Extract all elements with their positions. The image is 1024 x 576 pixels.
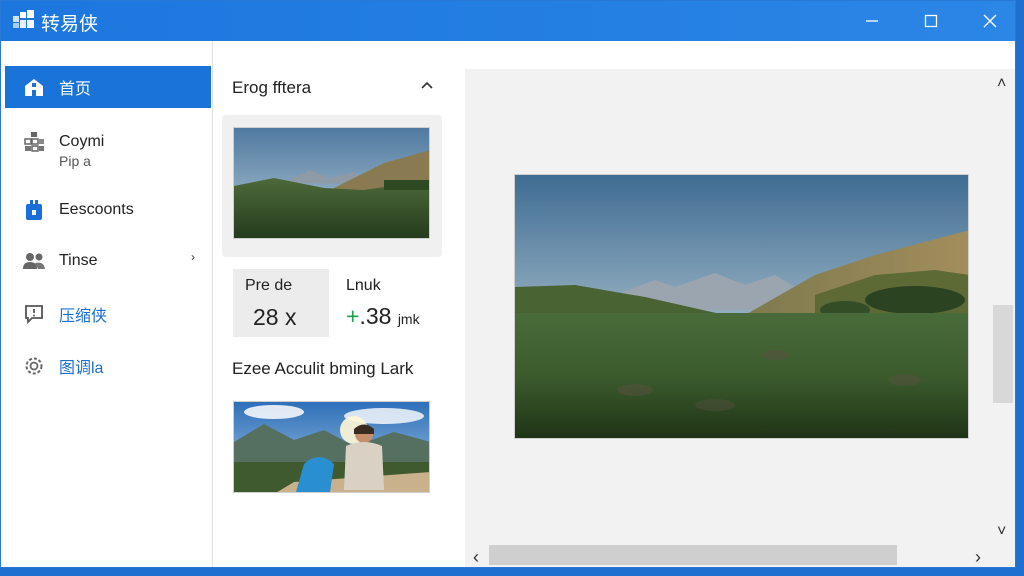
sidebar-item-coymi[interactable]: Coymi	[5, 121, 211, 163]
sidebar-item-label: Coymi	[59, 133, 105, 150]
grid-icon	[21, 130, 47, 154]
close-button[interactable]	[961, 1, 1015, 41]
chevron-up-icon[interactable]	[419, 77, 435, 93]
title-bar[interactable]: 转易侠	[1, 1, 1015, 41]
sidebar-item-compress[interactable]: 压缩侠	[5, 293, 211, 335]
preview-image[interactable]	[514, 174, 969, 439]
stat-value: 28 x	[253, 304, 297, 330]
app-title: 转易侠	[41, 14, 99, 35]
maximize-button[interactable]	[902, 1, 960, 41]
briefcase-icon	[21, 198, 47, 222]
image-viewer[interactable]: ˄ ˅ ‹ ›	[465, 69, 1015, 567]
minimize-button[interactable]	[843, 1, 901, 41]
home-icon	[21, 75, 47, 99]
sidebar-item-sublabel: Pip a	[59, 153, 91, 169]
scroll-left-icon[interactable]: ‹	[473, 547, 479, 567]
landscape-thumbnail[interactable]	[233, 127, 430, 239]
horizontal-scrollbar-thumb[interactable]	[489, 545, 897, 565]
sidebar-item-label: Eescoonts	[59, 201, 134, 218]
section-caption: Ezee Acculit bming Lark	[232, 359, 414, 378]
link-label: Lnuk	[346, 277, 381, 294]
app-logo-icon	[13, 10, 34, 28]
stat-box: Pre de 28 x	[233, 269, 329, 337]
minimize-icon	[866, 20, 878, 22]
close-icon	[983, 14, 997, 28]
people-icon	[21, 249, 47, 273]
sidebar-item-settings[interactable]: 图调la	[5, 345, 211, 387]
link-prefix: +	[346, 303, 360, 329]
sidebar-item-tinse[interactable]: Tinse ›	[5, 240, 211, 282]
vertical-scrollbar-thumb[interactable]	[993, 305, 1013, 403]
person-thumbnail[interactable]	[233, 401, 430, 493]
maximize-icon	[924, 14, 938, 28]
thumbnail-card[interactable]	[222, 115, 442, 257]
sidebar-item-label: 首页	[59, 81, 92, 98]
sidebar-item-label: Tinse	[59, 252, 98, 269]
chat-icon	[21, 302, 47, 326]
detail-panel: Erog fftera Pre de 28 x Lnuk +.38 jmk Ez…	[214, 41, 464, 567]
link-value: +.38 jmk	[346, 303, 420, 330]
scroll-right-icon[interactable]: ›	[975, 547, 981, 567]
app-window: 转易侠 首页 Coymi Pip a Eescoonts Tinse › 压缩侠…	[0, 0, 1016, 568]
link-number: .38	[359, 303, 392, 329]
scroll-up-icon[interactable]: ˄	[997, 75, 1006, 93]
link-unit: jmk	[397, 311, 420, 327]
chevron-right-icon: ›	[191, 250, 195, 264]
scroll-down-icon[interactable]: ˅	[997, 523, 1006, 541]
sidebar-item-label: 压缩侠	[59, 308, 108, 325]
sidebar-item-home[interactable]: 首页	[5, 66, 211, 108]
sidebar-item-label: 图调la	[59, 360, 104, 377]
sidebar-item-eescoonts[interactable]: Eescoonts	[5, 189, 211, 231]
stat-label: Pre de	[245, 277, 293, 294]
gear-icon	[21, 354, 47, 378]
section-title: Erog fftera	[232, 78, 312, 97]
sidebar: 首页 Coymi Pip a Eescoonts Tinse › 压缩侠 图调l…	[1, 41, 213, 567]
